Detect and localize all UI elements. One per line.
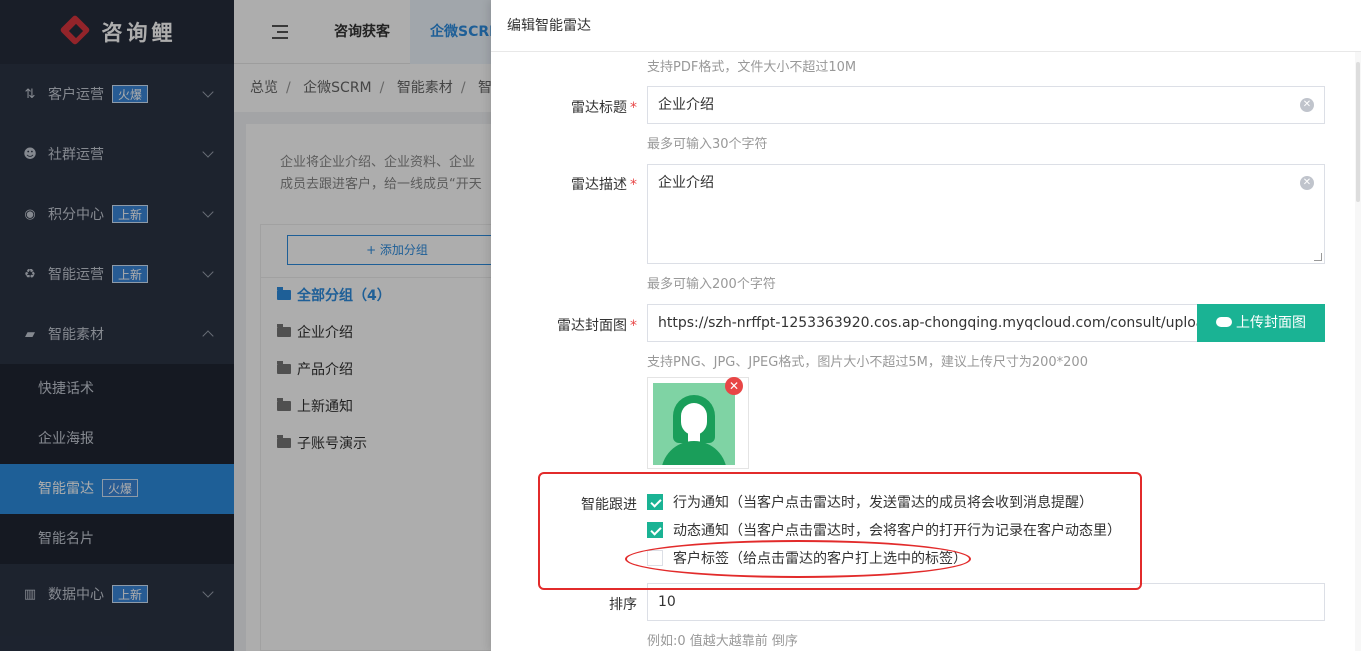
clear-icon[interactable]: ✕	[1300, 176, 1314, 190]
label-text: 雷达标题	[571, 100, 627, 116]
button-label: 上传封面图	[1236, 315, 1306, 331]
highlight-oval	[625, 540, 971, 578]
remove-image-icon[interactable]: ✕	[725, 377, 743, 395]
label-text: 雷达封面图	[557, 318, 627, 334]
drawer-title: 编辑智能雷达	[491, 0, 1361, 52]
desc-hint: 最多可输入200个字符	[647, 277, 776, 292]
avatar-image	[653, 383, 735, 465]
cover-hint: 支持PNG、JPG、JPEG格式，图片大小不超过5M，建议上传尺寸为200*20…	[647, 355, 1088, 370]
input-value: https://szh-nrffpt-1253363920.cos.ap-cho…	[658, 315, 1198, 331]
label-text: 雷达描述	[571, 177, 627, 193]
modal-overlay[interactable]	[0, 0, 491, 651]
radar-title-label: 雷达标题 *	[571, 100, 637, 116]
input-value: 企业介绍	[658, 97, 714, 113]
title-hint: 最多可输入30个字符	[647, 137, 768, 152]
radar-title-input[interactable]: 企业介绍 ✕	[647, 86, 1325, 124]
upload-cover-button[interactable]: 上传封面图	[1197, 304, 1325, 342]
radar-desc-textarea[interactable]: 企业介绍 ✕	[647, 164, 1325, 264]
drawer-scrollbar[interactable]	[1355, 52, 1361, 651]
cover-label: 雷达封面图 *	[557, 318, 637, 334]
cloud-upload-icon	[1216, 317, 1232, 327]
sort-hint: 例如:0 值越大越靠前 倒序	[647, 634, 798, 649]
clear-icon[interactable]: ✕	[1300, 98, 1314, 112]
sort-label: 排序	[609, 597, 637, 613]
cover-url-input[interactable]: https://szh-nrffpt-1253363920.cos.ap-cho…	[647, 304, 1199, 342]
input-value: 企业介绍	[658, 175, 714, 191]
input-value: 10	[658, 594, 676, 610]
pdf-hint: 支持PDF格式，文件大小不超过10M	[647, 60, 857, 75]
radar-desc-label: 雷达描述 *	[571, 177, 637, 193]
resize-handle[interactable]	[1314, 253, 1322, 261]
